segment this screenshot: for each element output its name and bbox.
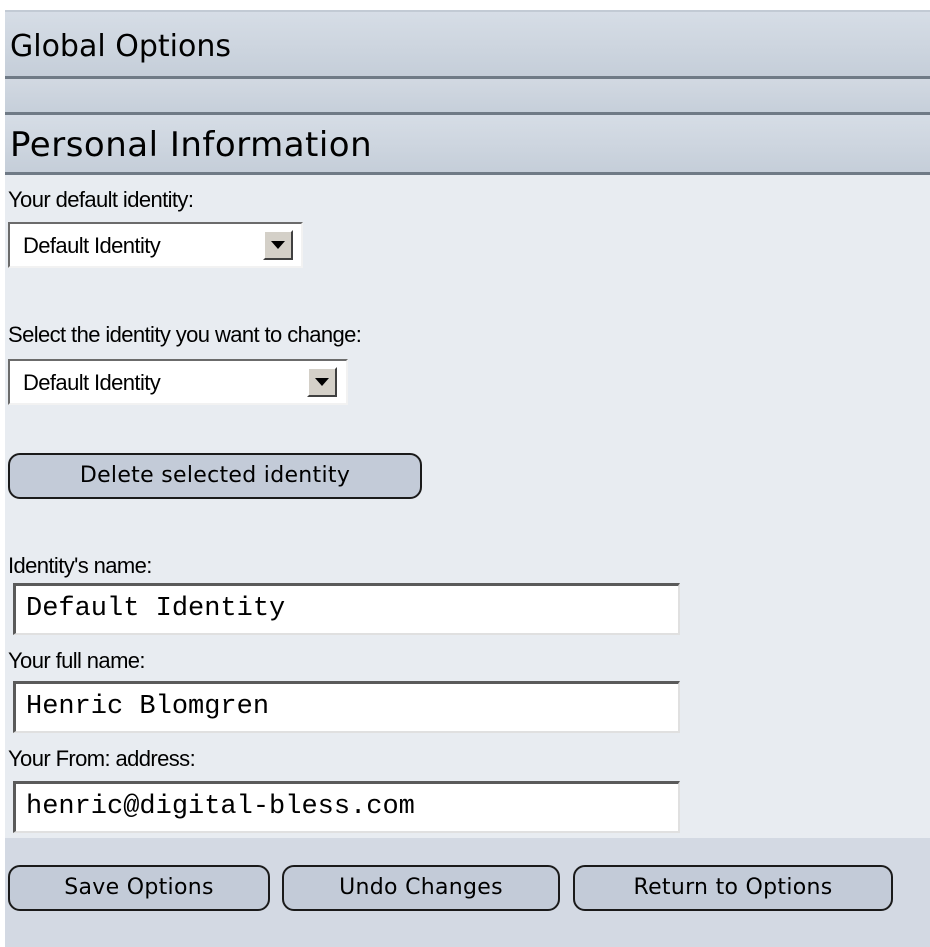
- change-identity-select[interactable]: Default Identity: [8, 359, 348, 405]
- identity-name-label: Identity's name:: [8, 553, 152, 578]
- identity-name-input[interactable]: Default Identity: [13, 583, 680, 635]
- from-address-label: Your From: address:: [8, 746, 196, 771]
- default-identity-select[interactable]: Default Identity: [8, 222, 303, 268]
- save-options-button[interactable]: Save Options: [8, 865, 270, 911]
- default-identity-value: Default Identity: [23, 233, 161, 258]
- change-identity-value: Default Identity: [23, 370, 161, 395]
- default-identity-label: Your default identity:: [8, 187, 194, 212]
- personal-information-title: Personal Information: [10, 125, 373, 165]
- global-options-title: Global Options: [10, 29, 231, 64]
- header-spacer: [5, 79, 930, 115]
- from-address-input[interactable]: henric@digital-bless.com: [13, 781, 680, 833]
- change-identity-label: Select the identity you want to change:: [8, 322, 362, 347]
- full-name-input[interactable]: Henric Blomgren: [13, 681, 680, 733]
- undo-changes-button[interactable]: Undo Changes: [282, 865, 560, 911]
- global-options-header: Global Options: [5, 10, 930, 79]
- delete-identity-button[interactable]: Delete selected identity: [8, 453, 422, 499]
- personal-information-header: Personal Information: [5, 115, 930, 175]
- return-to-options-button[interactable]: Return to Options: [573, 865, 893, 911]
- dropdown-arrow-icon[interactable]: [263, 230, 293, 260]
- action-bar: Save Options Undo Changes Return to Opti…: [5, 838, 930, 947]
- dropdown-arrow-icon[interactable]: [307, 367, 337, 397]
- options-page: Global Options Personal Information Your…: [5, 10, 930, 947]
- full-name-label: Your full name:: [8, 648, 146, 673]
